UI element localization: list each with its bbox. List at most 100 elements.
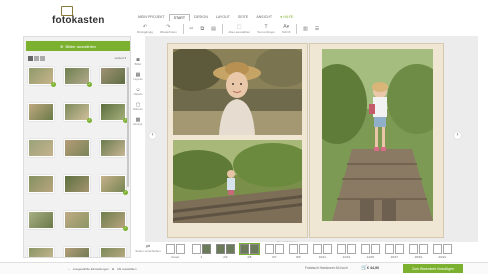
tool-cliparts[interactable]: ☺ Cliparts — [131, 84, 145, 99]
next-page-button[interactable]: › — [454, 132, 461, 139]
photo-thumbnail[interactable]: ✓ — [64, 67, 92, 87]
photo-girl-dock[interactable] — [322, 49, 433, 221]
spread-1[interactable]: 1 — [192, 244, 211, 259]
tool-backgrounds[interactable]: ▩ Hintergr. — [131, 114, 145, 129]
photo-panel: ⊕ Bilder auswählen sortiert ▾ ✓ ✓ ✓ ✓ ✓ … — [23, 36, 131, 258]
cut-button[interactable]: ✂ — [186, 22, 196, 36]
select-all-label: Alles auswählen — [228, 29, 251, 34]
left-page[interactable]: Die markierten Randbereiche können bei d… — [167, 43, 308, 260]
magnify-icon[interactable]: ⊕ — [112, 267, 115, 271]
page-thumb — [192, 244, 201, 254]
tool-layouts[interactable]: ▦ Layouts — [131, 69, 145, 84]
undo-label: Rückgängig — [137, 29, 153, 34]
paste-button[interactable]: ▤ — [208, 22, 219, 36]
page-thumb — [418, 244, 428, 254]
tab-start[interactable]: START — [168, 14, 191, 21]
undo-button[interactable]: ↶ Rückgängig — [134, 22, 156, 36]
page-thumb — [370, 244, 380, 254]
tab-help[interactable]: ● HILFE — [276, 14, 297, 21]
spread-4-5[interactable]: 4/5 — [239, 243, 260, 259]
photo-girl-boardwalk[interactable] — [173, 140, 302, 223]
redo-button[interactable]: ↷ Wiederholen — [157, 22, 180, 36]
list-view-icon[interactable] — [34, 56, 39, 61]
photo-girl-dock-image — [322, 49, 433, 221]
photo-thumbnail[interactable] — [100, 67, 126, 85]
photo-thumbnail[interactable]: ✓ — [100, 211, 128, 231]
photo-thumbnail[interactable]: ✓ — [100, 175, 128, 195]
checkmark-icon: ✓ — [87, 82, 92, 87]
photo-thumbnail[interactable] — [64, 175, 90, 193]
spread-cover[interactable]: Cover — [166, 244, 185, 259]
zoom-control: − Ausgewählte Einstellungen ⊕ Mit auswäh… — [68, 265, 174, 273]
add-photos-button[interactable]: ⊕ Bilder auswählen — [26, 41, 130, 51]
spread-20-21[interactable]: 20/21 — [433, 244, 452, 259]
photo-thumbnail[interactable] — [28, 139, 54, 157]
arrange-button[interactable]: ▥ — [300, 22, 311, 36]
spread-thumbnail — [265, 244, 284, 254]
spread-8-9[interactable]: 8/9 — [289, 244, 308, 259]
photo-thumbnail[interactable] — [100, 139, 126, 157]
right-page[interactable] — [309, 43, 444, 238]
copy-button[interactable]: ⧉ — [197, 22, 207, 36]
page-thumb — [216, 244, 225, 254]
move-pages-button[interactable]: ⇄ Seiten verschieben — [135, 245, 161, 254]
photo-panel-scrollbar[interactable] — [127, 67, 129, 187]
chevron-right-icon: › — [456, 132, 459, 138]
toolbar-divider — [182, 24, 184, 34]
page-thumb — [265, 244, 274, 254]
spread-16-17[interactable]: 16/17 — [385, 244, 404, 259]
logo[interactable]: fotokasten — [0, 0, 132, 34]
spread-14-15[interactable]: 14/15 — [361, 244, 380, 259]
tab-my-project[interactable]: MEIN PROJEKT — [134, 14, 169, 21]
large-view-icon[interactable] — [40, 56, 45, 61]
page-thumb — [394, 244, 404, 254]
spread-label: 10/11 — [318, 255, 326, 259]
spread-12-13[interactable]: 12/13 — [337, 244, 356, 259]
zoom-out-icon[interactable]: − — [68, 267, 70, 271]
spread-6-7[interactable]: 6/7 — [265, 244, 284, 259]
sort-dropdown[interactable]: sortiert ▾ — [114, 56, 126, 60]
spread-2-3[interactable]: 2/3 — [216, 244, 235, 259]
add-to-cart-button[interactable]: Zum Warenkorb hinzufügen — [403, 264, 463, 273]
photo-girl-boardwalk-image — [173, 140, 302, 223]
page-thumb — [166, 244, 175, 254]
checkmark-icon: ✓ — [51, 82, 56, 87]
logo-text: fotokasten — [52, 15, 105, 26]
tool-photos[interactable]: ◙ Bilder — [131, 54, 145, 69]
photo-thumbnail[interactable] — [28, 103, 54, 121]
add-photos-label: Bilder auswählen — [65, 43, 96, 49]
photo-thumbnail[interactable] — [100, 247, 126, 257]
tab-page[interactable]: SEITE — [234, 14, 252, 21]
insert-text-button[interactable]: T Text einfügen — [254, 22, 278, 36]
photo-thumbnail[interactable]: ✓ — [28, 67, 56, 87]
spread-label: 2/3 — [223, 255, 228, 259]
photo-thumbnail[interactable] — [64, 139, 90, 157]
photo-thumbnail[interactable] — [64, 247, 90, 257]
spread-18-19[interactable]: 18/19 — [409, 244, 428, 259]
checkmark-icon: ✓ — [123, 190, 128, 195]
spread-thumbnail — [289, 244, 308, 254]
align-button[interactable]: ☰ — [312, 22, 322, 36]
photo-thumbnail[interactable] — [28, 211, 54, 229]
paste-icon: ▤ — [211, 25, 216, 32]
photo-thumbnail[interactable] — [28, 175, 54, 193]
page-thumb — [346, 244, 356, 254]
tab-layout[interactable]: LAYOUT — [212, 14, 234, 21]
photo-girl-hat[interactable] — [173, 49, 302, 135]
photo-thumbnail[interactable]: ✓ — [64, 103, 92, 123]
previous-page-button[interactable]: ‹ — [149, 132, 156, 139]
page-thumb — [337, 244, 346, 254]
photo-thumbnail[interactable] — [28, 247, 54, 257]
page-thumb — [175, 244, 185, 254]
tab-view[interactable]: ANSICHT — [252, 14, 276, 21]
font-button[interactable]: A▾ Schrift — [279, 22, 294, 36]
app-window: fotokasten MEIN PROJEKT START DESIGN LAY… — [0, 0, 488, 274]
photo-thumbnail[interactable]: ✓ — [100, 103, 128, 123]
select-all-button[interactable]: ⬚ Alles auswählen — [225, 22, 253, 36]
tool-frames[interactable]: ▢ Rahmen — [131, 99, 145, 114]
grid-view-icon[interactable] — [28, 56, 33, 61]
tool-layouts-label: Layouts — [133, 78, 143, 81]
spread-10-11[interactable]: 10/11 — [313, 244, 332, 259]
photo-thumbnail[interactable] — [64, 211, 90, 229]
tab-design[interactable]: DESIGN — [190, 14, 212, 21]
